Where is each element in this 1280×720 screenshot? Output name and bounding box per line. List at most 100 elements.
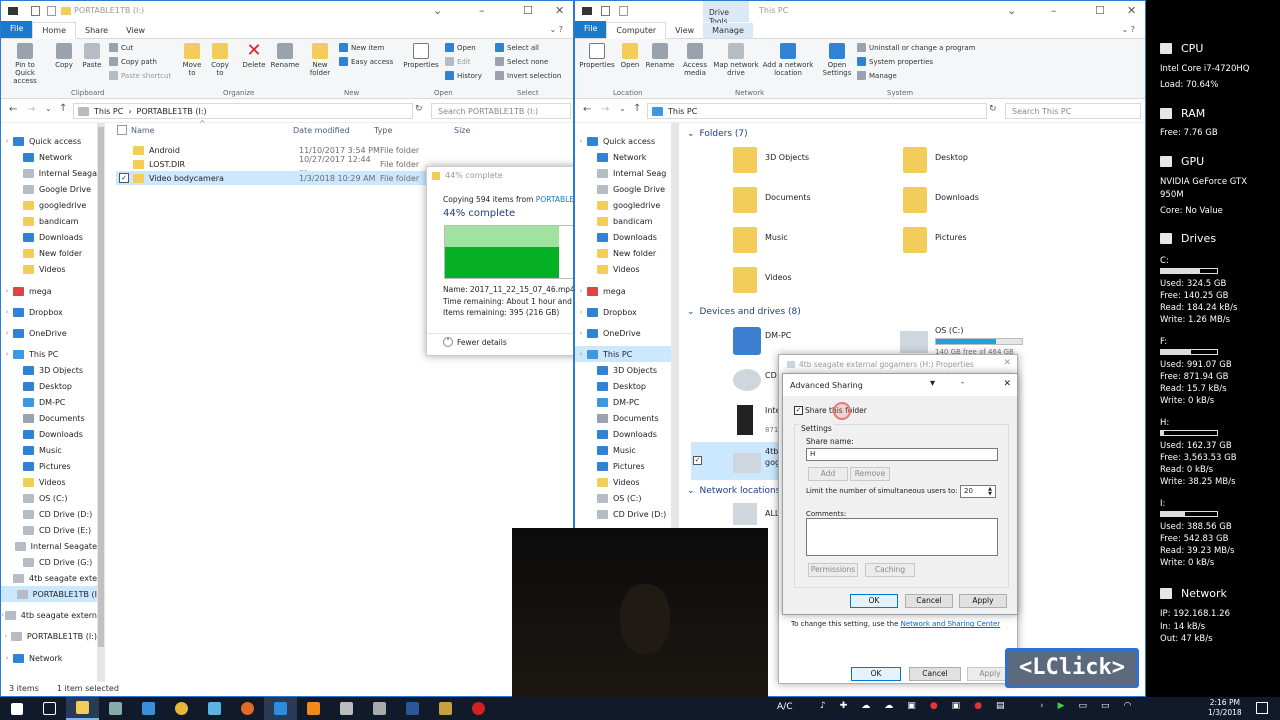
nav-item[interactable]: CD Drive (E:): [1, 522, 97, 538]
nav-item[interactable]: bandicam: [575, 213, 671, 229]
comments-textarea[interactable]: [806, 518, 998, 556]
nav-item[interactable]: › mega: [575, 283, 671, 299]
folders-group-header[interactable]: ⌄ Folders (7): [687, 129, 748, 139]
open-settings-button[interactable]: Open Settings: [821, 43, 853, 77]
nav-item[interactable]: Desktop: [1, 378, 97, 394]
search-input[interactable]: Search PORTABLE1TB (I:): [431, 103, 571, 119]
nav-item[interactable]: › mega: [1, 283, 97, 299]
nav-item[interactable]: googledrive: [575, 197, 671, 213]
nav-item[interactable]: Internal Seagate: [1, 538, 97, 554]
device-cd[interactable]: CD: [765, 371, 777, 380]
edit-button[interactable]: Edit: [445, 57, 471, 66]
uninstall-button[interactable]: Uninstall or change a program: [857, 43, 976, 52]
nav-item[interactable]: OS (C:): [1, 490, 97, 506]
network-group-header[interactable]: ⌄ Network locations: [687, 486, 780, 496]
task-view-button[interactable]: [33, 697, 66, 720]
nav-scrollbar-thumb[interactable]: [98, 127, 104, 647]
device-4tb[interactable]: 4tb: [765, 447, 778, 456]
properties-quick-icon[interactable]: [31, 6, 40, 16]
nav-item[interactable]: Google Drive: [575, 181, 671, 197]
file-row[interactable]: LOST.DIR 10/27/2017 12:44 ... File folder: [116, 155, 426, 173]
tab-manage[interactable]: Manage: [703, 23, 753, 38]
open-button[interactable]: Open: [617, 43, 643, 69]
taskbar-app-5[interactable]: [198, 697, 231, 720]
fewer-details-button[interactable]: ˄ Fewer details: [443, 337, 507, 347]
stepper-arrows-icon[interactable]: ▲ ▼: [988, 487, 992, 497]
folder-tile[interactable]: Documents: [765, 193, 811, 202]
recent-chevron-icon[interactable]: ⌄: [45, 104, 52, 113]
properties-button[interactable]: Properties: [579, 43, 615, 69]
nav-item[interactable]: Downloads: [1, 229, 97, 245]
nav-item[interactable]: 4tb seagate exte: [1, 570, 97, 586]
tab-file[interactable]: File: [1, 21, 33, 38]
nav-item[interactable]: Desktop: [575, 378, 671, 394]
start-button[interactable]: [0, 697, 33, 720]
row-checkbox[interactable]: ✓: [119, 173, 129, 183]
notifications-icon[interactable]: [1256, 702, 1268, 714]
recent-chevron-icon[interactable]: ⌄: [619, 104, 626, 113]
row-checkbox[interactable]: [119, 159, 129, 169]
nav-item[interactable]: Pictures: [1, 458, 97, 474]
tray-icon[interactable]: ▣: [952, 701, 961, 711]
limit-users-stepper[interactable]: 20 ▲ ▼: [960, 485, 996, 498]
column-type[interactable]: Type: [374, 126, 392, 135]
address-bar[interactable]: This PC › PORTABLE1TB (I:): [73, 103, 413, 119]
file-row[interactable]: ✓ Video bodycamera 1/3/2018 10:29 AM File f…: [116, 171, 426, 185]
taskbar-opera[interactable]: [462, 697, 495, 720]
expand-chevron-icon[interactable]: ›: [1, 350, 13, 358]
copy-button[interactable]: Copy: [51, 43, 77, 69]
title-bar[interactable]: PORTABLE1TB (I:) ⌄ – ☐ ✕: [1, 1, 573, 22]
ok-button[interactable]: OK: [850, 594, 898, 608]
nav-item[interactable]: OS (C:): [575, 490, 671, 506]
minimize-button[interactable]: –: [479, 4, 485, 17]
nav-item[interactable]: › OneDrive: [575, 325, 671, 341]
minimize-button[interactable]: -: [961, 378, 964, 388]
taskbar-vlc[interactable]: [297, 697, 330, 720]
tab-home[interactable]: Home: [32, 22, 77, 39]
expand-chevron-icon[interactable]: ›: [575, 350, 587, 358]
add-button[interactable]: Add: [808, 467, 848, 481]
nav-item[interactable]: › Network: [1, 650, 97, 666]
tray-icon[interactable]: ☁: [884, 701, 893, 711]
nav-item[interactable]: Documents: [575, 410, 671, 426]
nav-item[interactable]: › PORTABLE1TB (I:): [1, 628, 97, 644]
refresh-button[interactable]: ↻: [415, 104, 423, 114]
breadcrumb-path[interactable]: PORTABLE1TB (I:): [137, 107, 207, 116]
nav-item[interactable]: CD Drive (G:): [1, 554, 97, 570]
properties-ok-button[interactable]: OK: [851, 667, 901, 681]
new-item-button[interactable]: New item: [339, 43, 384, 52]
taskbar-app-3[interactable]: [132, 697, 165, 720]
taskbar-chrome[interactable]: [165, 697, 198, 720]
tray-icon[interactable]: ☁: [861, 701, 870, 711]
wifi-icon[interactable]: ◠: [1124, 701, 1132, 711]
select-all-checkbox[interactable]: [117, 125, 127, 135]
nav-item[interactable]: › 4tb seagate extern: [1, 607, 97, 623]
tray-icon[interactable]: ♪: [820, 701, 826, 711]
folder-quick-icon[interactable]: [61, 7, 71, 15]
nav-item[interactable]: › Dropbox: [1, 304, 97, 320]
access-media-button[interactable]: Access media: [681, 43, 709, 77]
move-to-button[interactable]: Move to: [179, 43, 205, 77]
close-button[interactable]: ✕: [1003, 358, 1011, 368]
tray-icon[interactable]: ▭: [1079, 701, 1088, 711]
expand-chevron-icon[interactable]: ›: [1, 632, 11, 640]
up-button[interactable]: ↑: [633, 103, 641, 114]
folder-tile[interactable]: Desktop: [935, 153, 968, 162]
forward-button[interactable]: →: [27, 104, 35, 115]
nav-item[interactable]: New folder: [1, 245, 97, 261]
nav-item[interactable]: DM-PC: [575, 394, 671, 410]
nav-item[interactable]: PORTABLE1TB (I: [1, 586, 97, 602]
cancel-button[interactable]: Cancel: [905, 594, 953, 608]
select-none-button[interactable]: Select none: [495, 57, 548, 66]
nav-item[interactable]: googledrive: [1, 197, 97, 213]
properties-cancel-button[interactable]: Cancel: [909, 667, 961, 681]
apply-button[interactable]: Apply: [959, 594, 1007, 608]
folder-tile[interactable]: Videos: [765, 273, 792, 282]
chevron-down-icon[interactable]: ⌄: [433, 4, 442, 17]
maximize-button[interactable]: ☐: [1095, 4, 1105, 17]
column-name[interactable]: Name: [131, 126, 155, 135]
ribbon-expand-icon[interactable]: ⌄ ?: [550, 25, 564, 34]
nav-item[interactable]: Google Drive: [1, 181, 97, 197]
taskbar-explorer[interactable]: [66, 697, 99, 720]
copy-path-button[interactable]: Copy path: [109, 57, 157, 66]
